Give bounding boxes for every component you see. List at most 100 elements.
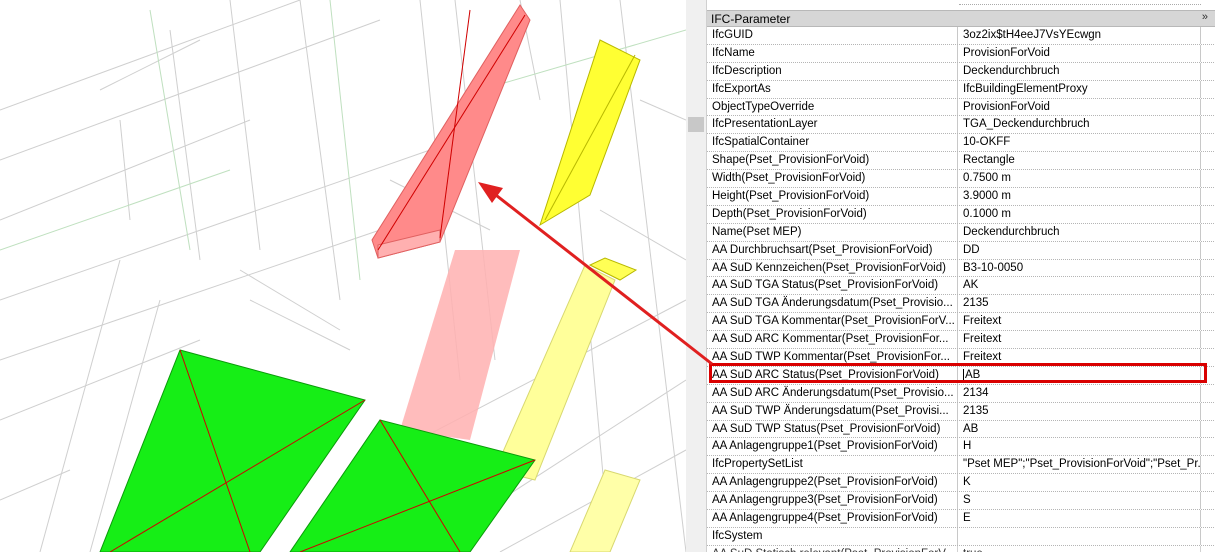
property-value[interactable]: 0.1000 m xyxy=(959,205,1201,223)
property-name: AA SuD Kennzeichen(Pset_ProvisionForVoid… xyxy=(707,259,958,277)
property-name: AA SuD TWP Änderungsdatum(Pset_Provisi..… xyxy=(707,402,958,420)
property-value[interactable]: Rectangle xyxy=(959,152,1201,170)
property-row[interactable]: Name(Pset MEP) Deckendurchbruch xyxy=(707,223,1215,242)
property-value-editing[interactable]: AB xyxy=(959,366,1201,384)
property-value[interactable]: IfcBuildingElementProxy xyxy=(959,80,1201,98)
property-value[interactable]: 2135 xyxy=(959,295,1201,313)
property-name: AA Anlagengruppe2(Pset_ProvisionForVoid) xyxy=(707,474,958,492)
section-title: IFC-Parameter xyxy=(711,12,791,26)
property-name: IfcExportAs xyxy=(707,80,958,98)
previous-section-tail xyxy=(707,0,1215,10)
property-row[interactable]: AA SuD Statisch relevant(Pset_ProvisionF… xyxy=(707,545,1215,552)
property-row[interactable]: IfcSystem xyxy=(707,527,1215,546)
property-row[interactable]: AA SuD TGA Änderungsdatum(Pset_Provisio.… xyxy=(707,295,1215,314)
property-value[interactable]: 2135 xyxy=(959,402,1201,420)
property-name: AA SuD TGA Kommentar(Pset_ProvisionForV.… xyxy=(707,313,958,331)
property-name: IfcGUID xyxy=(707,27,958,44)
property-name: AA Anlagengruppe4(Pset_ProvisionForVoid) xyxy=(707,510,958,527)
void-lower-ghost xyxy=(400,250,520,440)
property-row[interactable]: IfcDescription Deckendurchbruch xyxy=(707,62,1215,81)
property-grid: IfcGUID 3oz2ix$tH4eeJ7VsYEcwgn IfcName Prov… xyxy=(707,27,1215,552)
property-row[interactable]: AA Anlagengruppe3(Pset_ProvisionForVoid)… xyxy=(707,492,1215,511)
property-row[interactable]: AA SuD TWP Kommentar(Pset_ProvisionFor..… xyxy=(707,349,1215,367)
property-value[interactable]: 0.7500 m xyxy=(959,170,1201,188)
property-value[interactable]: true xyxy=(959,545,1201,552)
property-value[interactable]: K xyxy=(959,474,1201,492)
property-value[interactable]: E xyxy=(959,510,1201,527)
property-name: Name(Pset MEP) xyxy=(707,223,958,241)
property-value[interactable]: Deckendurchbruch xyxy=(959,223,1201,241)
property-value[interactable] xyxy=(959,527,1201,545)
property-name: AA SuD ARC Status(Pset_ProvisionForVoid) xyxy=(707,366,958,384)
splitter-handle[interactable] xyxy=(688,117,704,132)
property-row[interactable]: IfcPresentationLayer TGA_Deckendurchbruch xyxy=(707,116,1215,135)
property-row[interactable]: AA SuD TWP Änderungsdatum(Pset_Provisi..… xyxy=(707,402,1215,421)
section-header-ifc-parameter[interactable]: IFC-Parameter » xyxy=(707,10,1215,27)
model-viewport-3d[interactable] xyxy=(0,0,686,552)
property-name: AA SuD TGA Änderungsdatum(Pset_Provisio.… xyxy=(707,295,958,313)
property-name: AA Anlagengruppe1(Pset_ProvisionForVoid) xyxy=(707,438,958,456)
property-value[interactable]: Deckendurchbruch xyxy=(959,62,1201,80)
property-row[interactable]: AA SuD ARC Status(Pset_ProvisionForVoid)… xyxy=(707,366,1215,385)
property-row[interactable]: IfcSpatialContainer 10-OKFF xyxy=(707,134,1215,153)
property-name: AA SuD TGA Status(Pset_ProvisionForVoid) xyxy=(707,277,958,295)
property-row[interactable]: Height(Pset_ProvisionForVoid) 3.9000 m xyxy=(707,188,1215,206)
property-row[interactable]: AA Durchbruchsart(Pset_ProvisionForVoid)… xyxy=(707,241,1215,260)
yellow-provision-void-lower[interactable] xyxy=(494,257,638,481)
property-value[interactable]: S xyxy=(959,492,1201,510)
property-row[interactable]: ObjectTypeOverride ProvisionForVoid xyxy=(707,98,1215,117)
property-row[interactable]: AA SuD ARC Kommentar(Pset_ProvisionFor..… xyxy=(707,331,1215,350)
property-name: AA Anlagengruppe3(Pset_ProvisionForVoid) xyxy=(707,492,958,510)
property-row[interactable]: AA SuD TWP Status(Pset_ProvisionForVoid)… xyxy=(707,420,1215,439)
property-value[interactable]: Freitext xyxy=(959,313,1201,331)
property-name: IfcPropertySetList xyxy=(707,456,958,474)
property-row[interactable]: IfcPropertySetList "Pset MEP";"Pset_Provi… xyxy=(707,456,1215,475)
property-row[interactable]: IfcName ProvisionForVoid xyxy=(707,44,1215,63)
property-value[interactable]: Freitext xyxy=(959,349,1201,366)
property-row[interactable]: IfcGUID 3oz2ix$tH4eeJ7VsYEcwgn xyxy=(707,27,1215,45)
property-name: IfcPresentationLayer xyxy=(707,116,958,134)
property-name: AA SuD ARC Kommentar(Pset_ProvisionFor..… xyxy=(707,331,958,349)
property-name: IfcSpatialContainer xyxy=(707,134,958,152)
property-name: IfcSystem xyxy=(707,527,958,545)
property-name: Shape(Pset_ProvisionForVoid) xyxy=(707,152,958,170)
property-row[interactable]: AA SuD Kennzeichen(Pset_ProvisionForVoid… xyxy=(707,259,1215,278)
property-name: IfcName xyxy=(707,44,958,62)
property-name: AA SuD ARC Änderungsdatum(Pset_Provisio.… xyxy=(707,384,958,402)
property-value[interactable]: ProvisionForVoid xyxy=(959,98,1201,116)
property-row[interactable]: Shape(Pset_ProvisionForVoid) Rectangle xyxy=(707,152,1215,171)
property-name: AA Durchbruchsart(Pset_ProvisionForVoid) xyxy=(707,241,958,259)
property-row[interactable]: Width(Pset_ProvisionForVoid) 0.7500 m xyxy=(707,170,1215,189)
property-value[interactable]: AB xyxy=(959,420,1201,438)
property-value[interactable]: B3-10-0050 xyxy=(959,259,1201,277)
property-name: Height(Pset_ProvisionForVoid) xyxy=(707,188,958,205)
property-value[interactable]: 10-OKFF xyxy=(959,134,1201,152)
property-row[interactable]: AA Anlagengruppe2(Pset_ProvisionForVoid)… xyxy=(707,474,1215,493)
property-value[interactable]: 3.9000 m xyxy=(959,188,1201,205)
property-row[interactable]: AA SuD TGA Kommentar(Pset_ProvisionForV.… xyxy=(707,313,1215,332)
property-name: AA SuD Statisch relevant(Pset_ProvisionF… xyxy=(707,545,958,552)
property-value[interactable]: ProvisionForVoid xyxy=(959,44,1201,62)
collapse-chevron-icon[interactable]: » xyxy=(1202,11,1208,23)
property-value[interactable]: Freitext xyxy=(959,331,1201,349)
property-name: ObjectTypeOverride xyxy=(707,98,958,116)
property-value[interactable]: 2134 xyxy=(959,384,1201,402)
panel-splitter[interactable] xyxy=(686,0,706,552)
property-value[interactable]: "Pset MEP";"Pset_ProvisionForVoid";"Pset… xyxy=(959,456,1201,474)
property-row[interactable]: AA Anlagengruppe1(Pset_ProvisionForVoid)… xyxy=(707,438,1215,457)
property-value[interactable]: DD xyxy=(959,241,1201,259)
property-row[interactable]: AA SuD ARC Änderungsdatum(Pset_Provisio.… xyxy=(707,384,1215,403)
property-row[interactable]: IfcExportAs IfcBuildingElementProxy xyxy=(707,80,1215,99)
property-name: IfcDescription xyxy=(707,62,958,80)
property-value[interactable]: H xyxy=(959,438,1201,456)
property-value[interactable]: 3oz2ix$tH4eeJ7VsYEcwgn xyxy=(959,27,1201,44)
property-row[interactable]: Depth(Pset_ProvisionForVoid) 0.1000 m xyxy=(707,205,1215,224)
property-value[interactable]: AK xyxy=(959,277,1201,295)
selected-provision-void[interactable] xyxy=(371,4,531,259)
property-row[interactable]: AA Anlagengruppe4(Pset_ProvisionForVoid)… xyxy=(707,510,1215,528)
property-value[interactable]: TGA_Deckendurchbruch xyxy=(959,116,1201,134)
property-value-text[interactable]: AB xyxy=(965,369,980,381)
yellow-provision-void-bottom xyxy=(569,469,641,552)
model-view-canvas[interactable] xyxy=(0,0,686,552)
property-row[interactable]: AA SuD TGA Status(Pset_ProvisionForVoid)… xyxy=(707,277,1215,296)
